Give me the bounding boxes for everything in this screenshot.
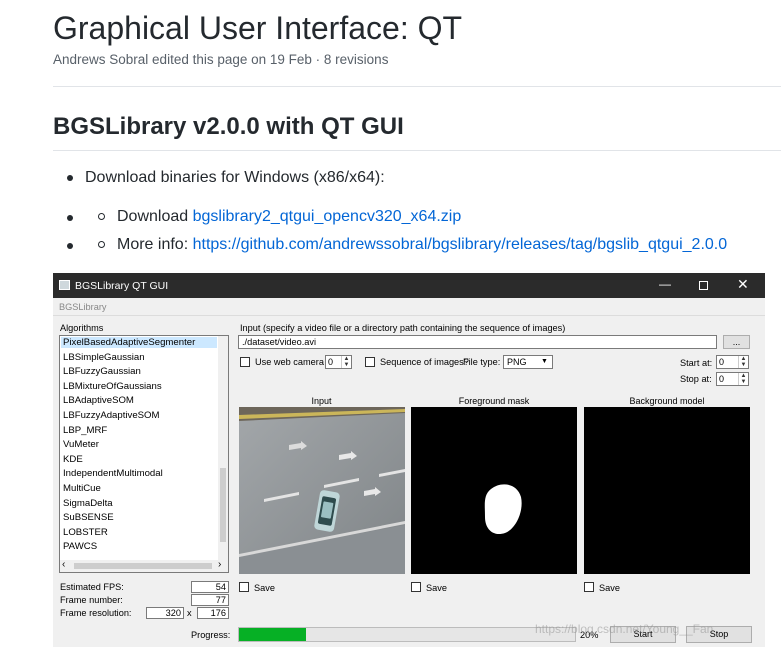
stop-at-label: Stop at:: [680, 374, 712, 384]
road-scene-image: [239, 407, 405, 574]
algorithm-item[interactable]: LBFuzzyGaussian: [63, 366, 141, 377]
algorithms-label: Algorithms: [60, 323, 104, 333]
save-input-label: Save: [254, 583, 275, 593]
spin-arrows-icon[interactable]: ▲ ▼: [738, 356, 748, 368]
bullet-icon: [67, 243, 73, 249]
file-type-value: PNG: [507, 357, 527, 367]
scroll-left-icon[interactable]: ‹: [62, 559, 65, 570]
bullet-icon: [67, 215, 73, 221]
page-meta: Andrews Sobral edited this page on 19 Fe…: [53, 52, 389, 67]
foreground-blob-image: [484, 484, 522, 535]
sequence-checkbox[interactable]: [365, 357, 375, 367]
frame-resolution-label: Frame resolution:: [60, 608, 132, 618]
use-webcam-checkbox[interactable]: [240, 357, 250, 367]
stop-at-spinbox[interactable]: 0 ▲ ▼: [716, 372, 749, 386]
algorithm-item[interactable]: LBSimpleGaussian: [63, 352, 145, 363]
bullet-icon: [67, 175, 73, 181]
algorithm-item[interactable]: LBAdaptiveSOM: [63, 395, 134, 406]
save-background-label: Save: [599, 583, 620, 593]
fps-label: Estimated FPS:: [60, 582, 124, 592]
use-webcam-label: Use web camera: [255, 357, 324, 367]
foreground-mask-frame: [411, 407, 577, 574]
scroll-right-icon[interactable]: ›: [218, 559, 221, 570]
algorithm-item[interactable]: VuMeter: [63, 439, 99, 450]
progress-bar: [238, 627, 576, 642]
release-link[interactable]: https://github.com/andrewssobral/bgslibr…: [193, 236, 728, 253]
list-item-download-binaries: Download binaries for Windows (x86/x64):: [85, 169, 385, 186]
circle-bullet-icon: [98, 241, 105, 248]
webcam-index-value: 0: [328, 357, 334, 367]
input-label: Input (specify a video file or a directo…: [240, 323, 566, 333]
frame-x-label: x: [187, 608, 192, 618]
input-path-field[interactable]: ./dataset/video.avi: [238, 335, 717, 349]
algorithms-list[interactable]: PixelBasedAdaptiveSegmenter LBSimpleGauss…: [59, 335, 229, 573]
spin-arrows-icon[interactable]: ▲ ▼: [738, 373, 748, 385]
background-panel-title: Background model: [629, 396, 705, 406]
stop-at-value: 0: [719, 374, 725, 384]
start-at-value: 0: [719, 357, 725, 367]
vscroll-thumb[interactable]: [220, 468, 226, 542]
window-titlebar: BGSLibrary QT GUI — ✕: [53, 273, 765, 298]
browse-button[interactable]: ...: [723, 335, 750, 349]
more-info-prefix: More info:: [117, 236, 193, 253]
algorithms-vscrollbar[interactable]: [218, 336, 228, 560]
frame-number-label: Frame number:: [60, 595, 123, 605]
algorithm-item[interactable]: LOBSTER: [63, 527, 108, 538]
header-divider: [53, 86, 781, 87]
algorithm-item[interactable]: SigmaDelta: [63, 498, 113, 509]
start-at-spinbox[interactable]: 0 ▲ ▼: [716, 355, 749, 369]
section-divider: [53, 150, 781, 151]
frame-width-value: 320: [146, 607, 184, 619]
fps-value: 54: [191, 581, 229, 593]
close-icon[interactable]: ✕: [737, 277, 749, 291]
algorithm-item[interactable]: LBP_MRF: [63, 425, 107, 436]
download-prefix: Download: [117, 208, 193, 225]
algorithm-item[interactable]: PAWCS: [63, 541, 97, 552]
algorithm-item[interactable]: PixelBasedAdaptiveSegmenter: [61, 337, 217, 348]
algorithm-item[interactable]: LBMixtureOfGaussians: [63, 381, 162, 392]
algorithm-item[interactable]: LBFuzzyAdaptiveSOM: [63, 410, 160, 421]
menu-bgslibrary[interactable]: BGSLibrary: [59, 302, 107, 312]
save-foreground-label: Save: [426, 583, 447, 593]
circle-bullet-icon: [98, 213, 105, 220]
save-background-checkbox[interactable]: [584, 582, 594, 592]
input-panel-title: Input: [311, 396, 332, 406]
watermark: https://blog.csdn.net/Young__Fan: [535, 622, 714, 636]
background-model-frame: [584, 407, 750, 574]
chevron-down-icon: ▼: [541, 358, 548, 365]
list-item-download-zip: Download bgslibrary2_qtgui_opencv320_x64…: [117, 208, 461, 226]
maximize-icon[interactable]: [699, 281, 708, 290]
save-input-checkbox[interactable]: [239, 582, 249, 592]
spin-arrows-icon[interactable]: ▲ ▼: [341, 356, 351, 368]
algorithm-item[interactable]: MultiCue: [63, 483, 101, 494]
app-icon: [59, 280, 70, 290]
algorithm-item[interactable]: KDE: [63, 454, 83, 465]
file-type-select[interactable]: PNG ▼: [503, 355, 553, 369]
frame-height-value: 176: [197, 607, 229, 619]
sequence-label: Sequence of images?: [380, 357, 469, 367]
list-item-more-info: More info: https://github.com/andrewssob…: [117, 236, 727, 254]
frame-number-value: 77: [191, 594, 229, 606]
webcam-index-spinbox[interactable]: 0 ▲ ▼: [325, 355, 352, 369]
progress-fill: [239, 628, 306, 641]
window-title: BGSLibrary QT GUI: [75, 280, 169, 292]
algorithm-item[interactable]: IndependentMultimodal: [63, 468, 163, 479]
input-frame: [239, 407, 405, 574]
hscroll-thumb[interactable]: [74, 563, 212, 569]
algorithms-hscrollbar[interactable]: ‹ ›: [60, 559, 228, 572]
menu-divider: [53, 315, 765, 316]
start-at-label: Start at:: [680, 358, 713, 368]
foreground-panel-title: Foreground mask: [458, 396, 530, 406]
algorithm-item[interactable]: SuBSENSE: [63, 512, 114, 523]
save-foreground-checkbox[interactable]: [411, 582, 421, 592]
progress-label: Progress:: [191, 630, 231, 640]
minimize-icon[interactable]: —: [659, 278, 671, 290]
section-title: BGSLibrary v2.0.0 with QT GUI: [53, 113, 404, 140]
page-title: Graphical User Interface: QT: [53, 10, 463, 46]
file-type-label: File type:: [463, 357, 501, 367]
bgslibrary-window: BGSLibrary QT GUI — ✕ BGSLibrary Algorit…: [53, 273, 765, 647]
download-zip-link[interactable]: bgslibrary2_qtgui_opencv320_x64.zip: [193, 208, 462, 225]
